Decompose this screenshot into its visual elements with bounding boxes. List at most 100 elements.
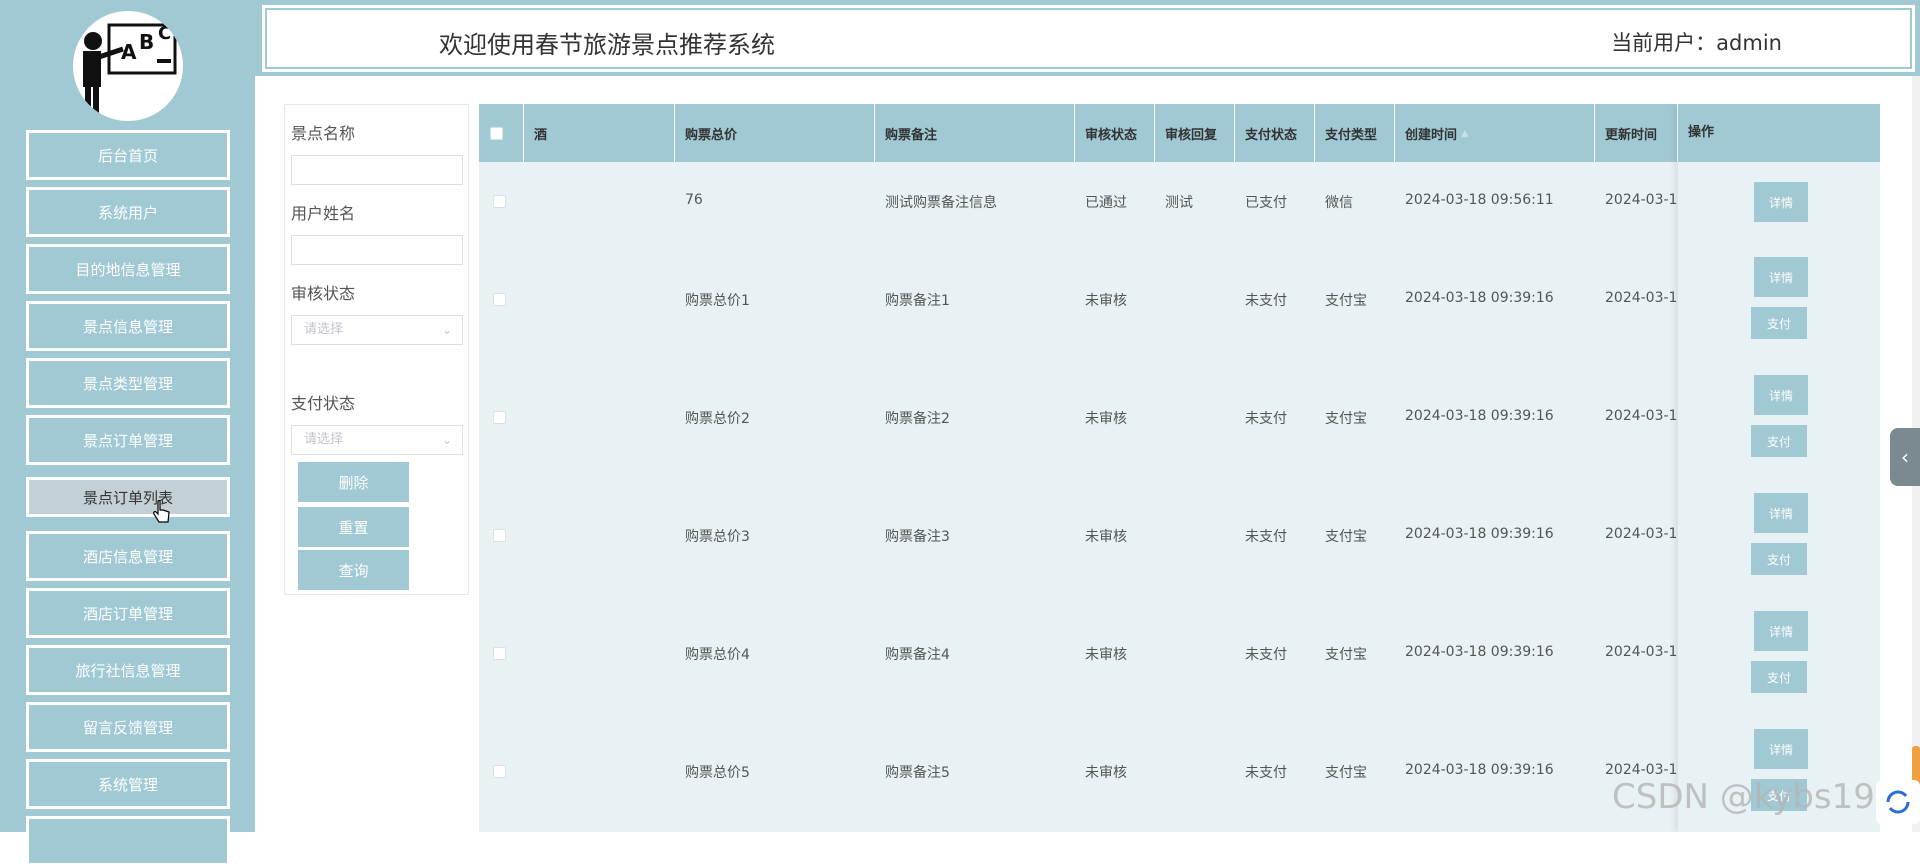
sort-icon[interactable]: ▲ <box>1461 128 1469 139</box>
detail-button[interactable]: 详情 <box>1754 375 1808 415</box>
sidebar-item-spot-order[interactable]: 景点订单管理 <box>26 415 230 465</box>
row-remark: 购票备注4 <box>885 647 950 663</box>
sidebar-item-label: 景点订单管理 <box>82 431 173 450</box>
pay-button[interactable]: 支付 <box>1751 543 1807 575</box>
row-audit-status: 未审核 <box>1085 765 1127 781</box>
row-pay-status: 已支付 <box>1245 195 1287 211</box>
svg-text:B: B <box>139 30 154 54</box>
page-title: 欢迎使用春节旅游景点推荐系统 <box>439 31 775 59</box>
row-created: 2024-03-18 09:56:11 <box>1405 192 1554 208</box>
row-pay-status: 未支付 <box>1245 411 1287 427</box>
svg-text:A: A <box>121 40 137 64</box>
pay-button[interactable]: 支付 <box>1751 661 1807 693</box>
sidebar-item-destination[interactable]: 目的地信息管理 <box>26 244 230 294</box>
sidebar-item-spot-info[interactable]: 景点信息管理 <box>26 301 230 351</box>
sidebar-item-hotel-order[interactable]: 酒店订单管理 <box>26 588 230 638</box>
row-checkbox[interactable] <box>493 765 506 778</box>
row-total-price: 购票总价2 <box>685 411 750 427</box>
row-created: 2024-03-18 09:39:16 <box>1405 290 1554 306</box>
floating-logo-icon[interactable] <box>1876 780 1920 824</box>
header-partial-column: 酒 <box>524 104 675 162</box>
teacher-icon: A B C <box>83 23 177 115</box>
row-updated: 2024-03-1 <box>1605 644 1678 660</box>
row-audit-reply: 测试 <box>1165 195 1193 211</box>
table-header: 酒 购票总价 购票备注 审核状态 审核回复 支付状态 支付类型 创建时间 ▲ 更新… <box>479 104 1880 162</box>
sidebar-item-label: 酒店订单管理 <box>82 604 173 623</box>
sidebar-item-label: 留言反馈管理 <box>82 718 173 737</box>
spot-name-label: 景点名称 <box>291 124 356 143</box>
reset-button[interactable]: 重置 <box>298 507 409 547</box>
detail-button[interactable]: 详情 <box>1754 257 1808 297</box>
filter-panel: 景点名称 用户姓名 审核状态 请选择 ⌄ 支付状态 请选择 ⌄ 删除 重置 查询 <box>284 104 469 595</box>
row-checkbox[interactable] <box>493 293 506 306</box>
audit-status-placeholder: 请选择 <box>304 322 344 337</box>
sidebar-item-label: 酒店信息管理 <box>82 547 173 566</box>
row-pay-status: 未支付 <box>1245 529 1287 545</box>
row-pay-type: 微信 <box>1325 195 1353 211</box>
watermark: CSDN @kybs1991 <box>1612 777 1919 817</box>
row-checkbox[interactable] <box>493 647 506 660</box>
row-pay-status: 未支付 <box>1245 765 1287 781</box>
row-total-price: 购票总价3 <box>685 529 750 545</box>
row-audit-status: 已通过 <box>1085 195 1127 211</box>
header-audit-reply: 审核回复 <box>1155 104 1235 162</box>
sidebar-item-label: 景点类型管理 <box>82 374 173 393</box>
detail-button[interactable]: 详情 <box>1754 611 1808 651</box>
pay-status-placeholder: 请选择 <box>304 432 344 447</box>
row-checkbox[interactable] <box>493 529 506 542</box>
row-pay-type: 支付宝 <box>1325 647 1367 663</box>
header-panel: 欢迎使用春节旅游景点推荐系统 当前用户：admin <box>262 5 1915 72</box>
user-name-input[interactable] <box>291 235 463 265</box>
pay-button[interactable]: 支付 <box>1751 425 1807 457</box>
detail-button[interactable]: 详情 <box>1754 182 1808 222</box>
row-created: 2024-03-18 09:39:16 <box>1405 526 1554 542</box>
query-button[interactable]: 查询 <box>298 550 409 590</box>
header-updated-label: 更新时间 <box>1605 127 1658 143</box>
header-audit-status: 审核状态 <box>1075 104 1155 162</box>
order-table: 酒 购票总价 购票备注 审核状态 审核回复 支付状态 支付类型 创建时间 ▲ 更新… <box>479 104 1880 832</box>
sidebar-item-home[interactable]: 后台首页 <box>26 130 230 180</box>
header-pay-type: 支付类型 <box>1315 104 1395 162</box>
header-action: 操作 <box>1678 104 1880 162</box>
row-checkbox[interactable] <box>493 411 506 424</box>
detail-button[interactable]: 详情 <box>1754 729 1808 769</box>
current-user: 当前用户：admin <box>1611 31 1782 55</box>
sidebar-item-spot-type[interactable]: 景点类型管理 <box>26 358 230 408</box>
select-all-checkbox[interactable] <box>490 126 503 140</box>
sidebar-item-hotel-info[interactable]: 酒店信息管理 <box>26 531 230 581</box>
row-checkbox[interactable] <box>493 195 506 208</box>
row-remark: 购票备注1 <box>885 293 950 309</box>
row-remark: 购票备注3 <box>885 529 950 545</box>
sidebar-item-system-users[interactable]: 系统用户 <box>26 187 230 237</box>
delete-button[interactable]: 删除 <box>298 462 409 502</box>
audit-status-select[interactable]: 请选择 ⌄ <box>291 315 463 345</box>
header-total-price: 购票总价 <box>675 104 875 162</box>
header-updated-time[interactable]: 更新时间 <box>1595 104 1678 162</box>
row-total-price: 购票总价1 <box>685 293 750 309</box>
row-audit-status: 未审核 <box>1085 411 1127 427</box>
sidebar-item-feedback[interactable]: 留言反馈管理 <box>26 702 230 752</box>
sidebar-item-label: 后台首页 <box>97 146 158 165</box>
sidebar-item-agency[interactable]: 旅行社信息管理 <box>26 645 230 695</box>
sidebar-item-system[interactable]: 系统管理 <box>26 759 230 809</box>
row-audit-status: 未审核 <box>1085 529 1127 545</box>
spot-name-input[interactable] <box>291 155 463 185</box>
sidebar-item-more[interactable] <box>26 816 230 866</box>
row-total-price: 购票总价5 <box>685 765 750 781</box>
detail-button[interactable]: 详情 <box>1754 493 1808 533</box>
row-created: 2024-03-18 09:39:16 <box>1405 762 1554 778</box>
sidebar-item-spot-order-list[interactable]: 景点订单列表 <box>26 477 230 517</box>
row-pay-type: 支付宝 <box>1325 411 1367 427</box>
row-updated: 2024-03-1 <box>1605 192 1678 208</box>
user-name-label: 用户姓名 <box>291 204 356 223</box>
cursor-hand-icon <box>153 500 170 523</box>
row-updated: 2024-03-1 <box>1605 526 1678 542</box>
chevron-down-icon: ⌄ <box>441 433 452 447</box>
pay-button[interactable]: 支付 <box>1751 307 1807 339</box>
row-pay-status: 未支付 <box>1245 647 1287 663</box>
row-created: 2024-03-18 09:39:16 <box>1405 644 1554 660</box>
collapse-toggle[interactable]: ‹ <box>1890 428 1920 486</box>
header-created-time[interactable]: 创建时间 ▲ <box>1395 104 1595 162</box>
pay-status-select[interactable]: 请选择 ⌄ <box>291 425 463 455</box>
row-pay-type: 支付宝 <box>1325 529 1367 545</box>
